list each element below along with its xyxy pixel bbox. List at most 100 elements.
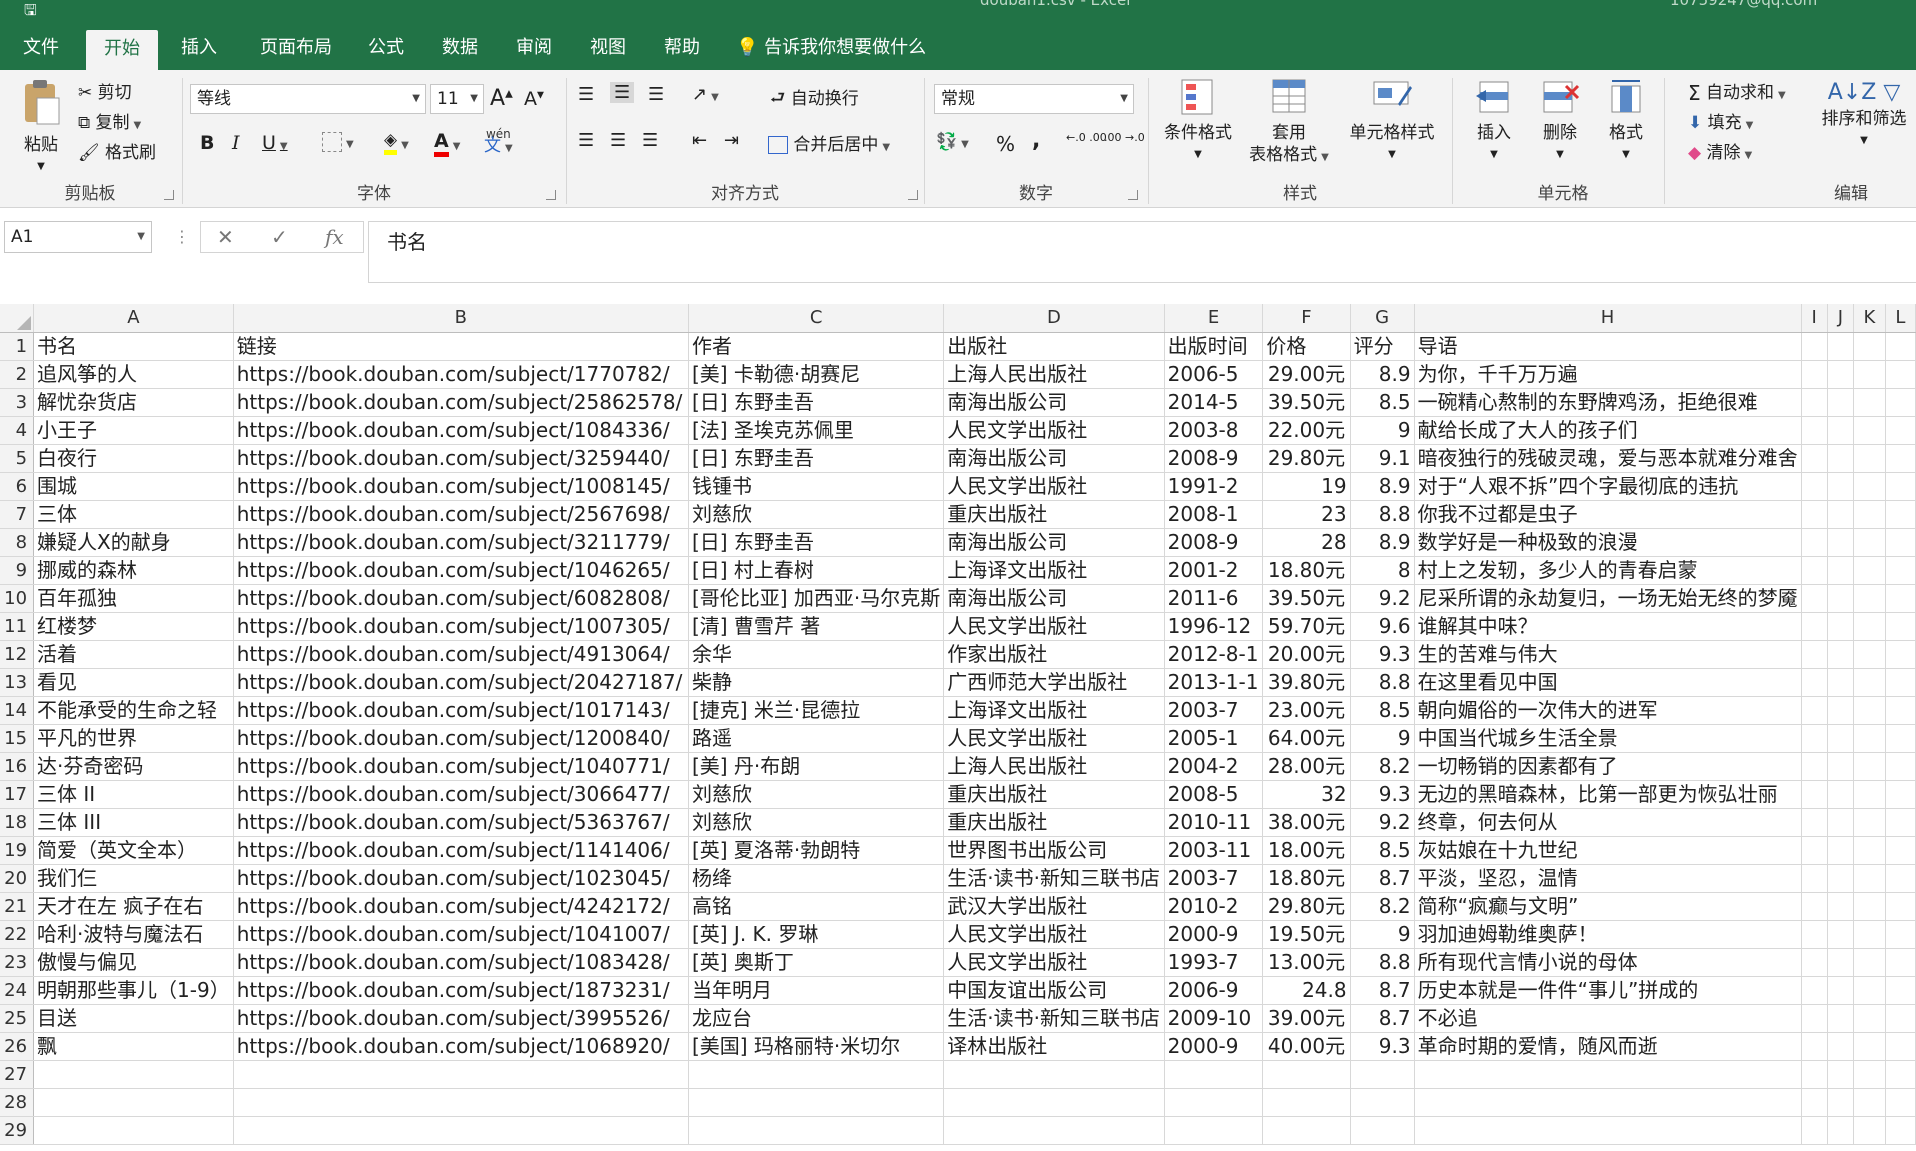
cell[interactable] <box>1801 780 1828 809</box>
cell[interactable] <box>1885 1116 1916 1145</box>
row-header[interactable]: 29 <box>0 1116 35 1145</box>
cell[interactable] <box>1885 920 1916 949</box>
cell[interactable]: 南海出版公司 <box>943 584 1165 613</box>
cell[interactable]: 20.00元 <box>1262 640 1351 669</box>
cell[interactable]: [英] 奥斯丁 <box>688 948 945 977</box>
cell[interactable]: [美国] 玛格丽特·米切尔 <box>688 1032 945 1061</box>
cell[interactable]: 达·芬奇密码 <box>33 752 234 781</box>
cell[interactable]: 上海人民出版社 <box>943 360 1165 389</box>
cell[interactable] <box>1885 472 1916 501</box>
cell[interactable]: 上海人民出版社 <box>943 752 1165 781</box>
cell[interactable] <box>1164 1088 1264 1117</box>
cell[interactable]: 余华 <box>688 640 945 669</box>
formula-bar-grip[interactable]: ⋮ <box>174 227 190 246</box>
cell[interactable]: [英] 夏洛蒂·勃朗特 <box>688 836 945 865</box>
row-header[interactable]: 14 <box>0 696 35 725</box>
tab-view[interactable]: 视图 <box>580 26 636 70</box>
cell[interactable]: 人民文学出版社 <box>943 472 1165 501</box>
cell[interactable]: 价格 <box>1262 332 1351 361</box>
format-cells-button[interactable]: 格式 ▼ <box>1596 78 1656 166</box>
cell[interactable] <box>1885 584 1916 613</box>
phonetic-guide-button[interactable]: wén 文 ▼ <box>484 128 513 155</box>
cell[interactable]: https://book.douban.com/subject/25862578… <box>233 388 689 417</box>
cell[interactable] <box>1885 1032 1916 1061</box>
bold-button[interactable]: B <box>200 132 214 154</box>
cell[interactable]: 38.00元 <box>1262 808 1351 837</box>
row-header[interactable]: 11 <box>0 612 35 641</box>
cell[interactable]: 活着 <box>33 640 234 669</box>
conditional-formatting-button[interactable]: 条件格式 ▼ <box>1158 78 1238 166</box>
cell[interactable]: 三体 II <box>33 780 234 809</box>
cell[interactable] <box>1853 724 1886 753</box>
cell[interactable] <box>1853 836 1886 865</box>
cell[interactable] <box>1827 528 1854 557</box>
cell[interactable]: 2012-8-1 <box>1164 640 1264 669</box>
column-header[interactable]: A <box>33 304 234 333</box>
cell[interactable]: 不能承受的生命之轻 <box>33 696 234 725</box>
cell[interactable]: [美] 丹·布朗 <box>688 752 945 781</box>
cell[interactable]: https://book.douban.com/subject/1017143/ <box>233 696 689 725</box>
font-size-select[interactable]: 11 ▼ <box>430 84 484 114</box>
tab-help[interactable]: 帮助 <box>654 26 710 70</box>
cell[interactable]: 解忧杂货店 <box>33 388 234 417</box>
cell[interactable] <box>1827 584 1854 613</box>
cell[interactable]: 哈利·波特与魔法石 <box>33 920 234 949</box>
cell[interactable] <box>1885 780 1916 809</box>
cell[interactable] <box>1827 864 1854 893</box>
cell[interactable]: 尼采所谓的永劫复归，一场无始无终的梦魇 <box>1414 584 1802 613</box>
cell[interactable] <box>33 1060 234 1089</box>
cell[interactable]: 在这里看见中国 <box>1414 668 1802 697</box>
cell[interactable] <box>33 1088 234 1117</box>
cell[interactable] <box>1885 612 1916 641</box>
cell[interactable]: 导语 <box>1414 332 1802 361</box>
cell[interactable]: [日] 东野圭吾 <box>688 528 945 557</box>
sort-filter-button[interactable]: A↓Z ▽ 排序和筛选 ▼ <box>1816 78 1912 152</box>
cell[interactable]: 40.00元 <box>1262 1032 1351 1061</box>
cell[interactable] <box>1801 500 1828 529</box>
cell[interactable]: https://book.douban.com/subject/6082808/ <box>233 584 689 613</box>
cell[interactable]: 2010-11 <box>1164 808 1264 837</box>
cell[interactable]: 8.7 <box>1350 976 1415 1005</box>
cell[interactable] <box>688 1088 945 1117</box>
cell[interactable]: 刘慈欣 <box>688 500 945 529</box>
italic-button[interactable]: I <box>232 132 240 154</box>
cell[interactable] <box>1350 1116 1415 1145</box>
cell[interactable] <box>1827 1088 1854 1117</box>
cell[interactable] <box>1853 668 1886 697</box>
cell[interactable] <box>1164 1060 1264 1089</box>
row-header[interactable]: 22 <box>0 920 35 949</box>
cell[interactable]: 暗夜独行的残破灵魂，爱与恶本就难分难舍 <box>1414 444 1802 473</box>
column-header[interactable]: E <box>1164 304 1264 333</box>
cell[interactable] <box>1885 808 1916 837</box>
row-header[interactable]: 24 <box>0 976 35 1005</box>
cell[interactable]: 小王子 <box>33 416 234 445</box>
column-header[interactable]: K <box>1853 304 1886 333</box>
cell[interactable]: 2011-6 <box>1164 584 1264 613</box>
cell[interactable] <box>1827 500 1854 529</box>
cell[interactable] <box>1827 360 1854 389</box>
merge-center-button[interactable]: 合并后居中 ▼ <box>768 130 890 155</box>
cell[interactable]: [清] 曹雪芹 著 <box>688 612 945 641</box>
cell[interactable]: 出版社 <box>943 332 1165 361</box>
cell[interactable]: https://book.douban.com/subject/3211779/ <box>233 528 689 557</box>
format-as-table-button[interactable]: 套用 表格格式 ▼ <box>1246 78 1332 169</box>
cell[interactable] <box>1827 668 1854 697</box>
decrease-font-size-button[interactable]: A▼ <box>524 88 544 110</box>
cell[interactable] <box>1853 472 1886 501</box>
cell[interactable] <box>1827 696 1854 725</box>
increase-font-size-button[interactable]: A▲ <box>490 86 513 111</box>
column-header[interactable]: B <box>233 304 689 333</box>
row-header[interactable]: 4 <box>0 416 35 445</box>
cell[interactable] <box>1262 1116 1351 1145</box>
cell[interactable]: 2003-11 <box>1164 836 1264 865</box>
cell[interactable]: https://book.douban.com/subject/1041007/ <box>233 920 689 949</box>
cell[interactable]: 柴静 <box>688 668 945 697</box>
cell[interactable] <box>943 1088 1165 1117</box>
cell[interactable]: 28.00元 <box>1262 752 1351 781</box>
cell[interactable] <box>1853 948 1886 977</box>
tab-home[interactable]: 开始 <box>86 30 158 70</box>
cell[interactable]: 重庆出版社 <box>943 808 1165 837</box>
cell[interactable] <box>1827 612 1854 641</box>
cell[interactable] <box>1827 444 1854 473</box>
row-header[interactable]: 16 <box>0 752 35 781</box>
